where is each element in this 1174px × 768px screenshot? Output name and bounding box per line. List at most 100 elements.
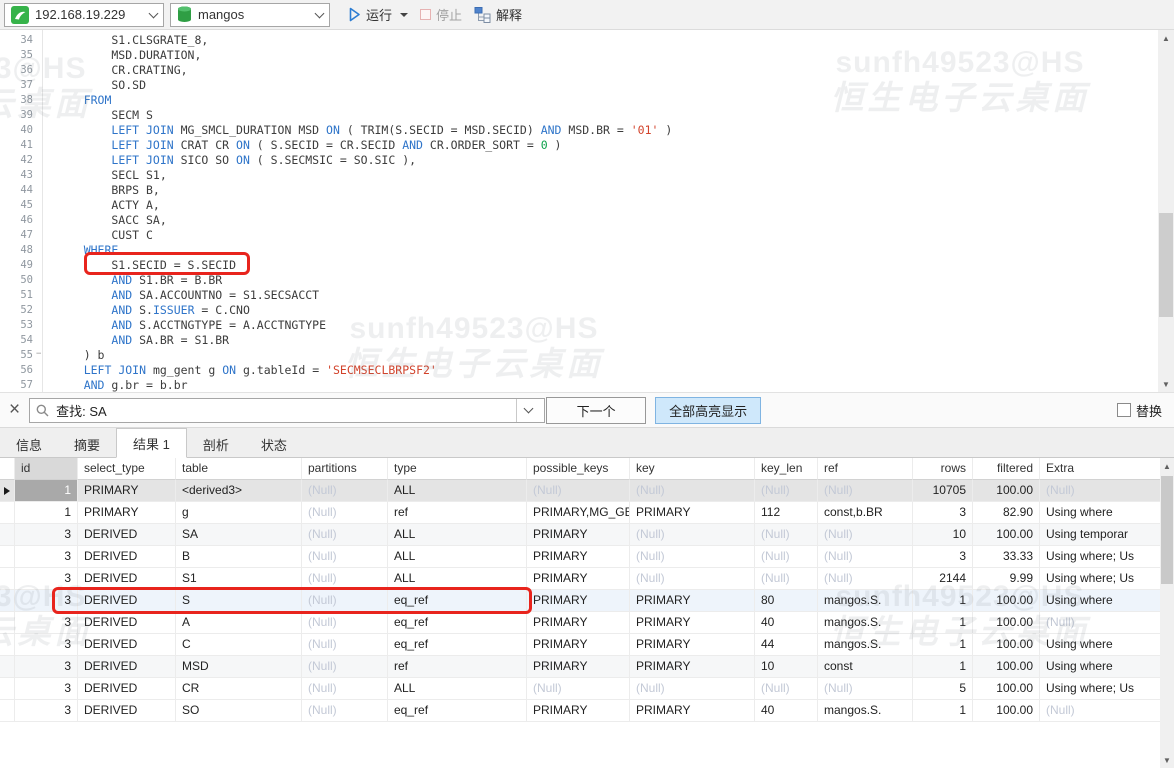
table-cell[interactable]: MSD	[176, 656, 302, 678]
table-cell[interactable]: (Null)	[755, 678, 818, 700]
replace-checkbox[interactable]	[1116, 403, 1131, 417]
search-history-dropdown[interactable]	[516, 398, 538, 422]
table-cell[interactable]: 33.33	[973, 546, 1040, 568]
code-line[interactable]: 45 ACTY A,	[0, 198, 1158, 213]
table-cell[interactable]: (Null)	[1040, 612, 1160, 634]
table-cell[interactable]: A	[176, 612, 302, 634]
column-header[interactable]: id	[15, 458, 78, 480]
table-row[interactable]: 3 DERIVED MSD (Null) ref PRIMARY PRIMARY 10 cons…	[0, 656, 1160, 678]
table-cell[interactable]: PRIMARY	[78, 502, 176, 524]
code-line[interactable]: 51 AND SA.ACCOUNTNO = S1.SECSACCT	[0, 288, 1158, 303]
table-cell[interactable]: DERIVED	[78, 678, 176, 700]
table-cell[interactable]: Using where; Us	[1040, 546, 1160, 568]
row-selector[interactable]	[0, 524, 15, 546]
table-cell[interactable]: ref	[388, 502, 527, 524]
table-cell[interactable]: ALL	[388, 480, 527, 502]
table-cell[interactable]: 1	[15, 480, 78, 502]
table-cell[interactable]: (Null)	[302, 546, 388, 568]
table-cell[interactable]: 3	[15, 546, 78, 568]
table-cell[interactable]: PRIMARY	[630, 634, 755, 656]
table-cell[interactable]: 100.00	[973, 700, 1040, 722]
search-input[interactable]: 查找: SA	[29, 397, 546, 423]
table-cell[interactable]: DERIVED	[78, 568, 176, 590]
fold-marker-icon[interactable]: −	[36, 347, 41, 362]
table-cell[interactable]: 3	[15, 524, 78, 546]
table-cell[interactable]: B	[176, 546, 302, 568]
code-line[interactable]: 46 SACC SA,	[0, 213, 1158, 228]
table-cell[interactable]: ALL	[388, 568, 527, 590]
table-cell[interactable]: 3	[15, 612, 78, 634]
table-cell[interactable]: (Null)	[818, 480, 913, 502]
table-cell[interactable]: 1	[913, 612, 973, 634]
table-cell[interactable]: const,b.BR	[818, 502, 913, 524]
table-cell[interactable]: PRIMARY	[630, 612, 755, 634]
table-cell[interactable]: 80	[755, 590, 818, 612]
table-cell[interactable]: mangos.S.	[818, 612, 913, 634]
tab-5[interactable]: 状态	[245, 431, 303, 457]
table-cell[interactable]: DERIVED	[78, 546, 176, 568]
code-line[interactable]: 56 LEFT JOIN mg_gent g ON g.tableId = 'S…	[0, 363, 1158, 378]
table-cell[interactable]: (Null)	[1040, 700, 1160, 722]
row-selector[interactable]	[0, 678, 15, 700]
column-header[interactable]: select_type	[78, 458, 176, 480]
table-cell[interactable]: (Null)	[302, 634, 388, 656]
table-cell[interactable]: 3	[913, 502, 973, 524]
column-header[interactable]: possible_keys	[527, 458, 630, 480]
row-selector[interactable]	[0, 480, 15, 502]
table-row[interactable]: 3 DERIVED CR (Null) ALL (Null) (Null) (Null) (Nu…	[0, 678, 1160, 700]
table-cell[interactable]: PRIMARY	[527, 524, 630, 546]
table-row[interactable]: 3 DERIVED SA (Null) ALL PRIMARY (Null) (Null) (N…	[0, 524, 1160, 546]
tab-2[interactable]: 摘要	[58, 431, 116, 457]
scroll-down-icon[interactable]: ▼	[1158, 376, 1174, 392]
table-cell[interactable]: mangos.S.	[818, 634, 913, 656]
row-selector[interactable]	[0, 568, 15, 590]
table-cell[interactable]: ref	[388, 656, 527, 678]
table-cell[interactable]: (Null)	[630, 524, 755, 546]
table-cell[interactable]: 1	[913, 590, 973, 612]
table-cell[interactable]: PRIMARY	[527, 656, 630, 678]
table-cell[interactable]: 10705	[913, 480, 973, 502]
table-cell[interactable]: 1	[15, 502, 78, 524]
table-cell[interactable]: DERIVED	[78, 612, 176, 634]
table-cell[interactable]: 10	[913, 524, 973, 546]
code-line[interactable]: 47 CUST C	[0, 228, 1158, 243]
table-cell[interactable]: (Null)	[302, 502, 388, 524]
sql-editor[interactable]: 34 S1.CLSGRATE_8, 35 MSD.DURATION, 36 CR.C…	[0, 30, 1158, 392]
table-cell[interactable]: 1	[913, 700, 973, 722]
table-cell[interactable]: 3	[15, 678, 78, 700]
table-cell[interactable]: (Null)	[755, 524, 818, 546]
code-line[interactable]: 48 WHERE	[0, 243, 1158, 258]
table-cell[interactable]: SO	[176, 700, 302, 722]
table-row[interactable]: 3 DERIVED C (Null) eq_ref PRIMARY PRIMARY 44 man…	[0, 634, 1160, 656]
table-cell[interactable]: DERIVED	[78, 634, 176, 656]
column-header[interactable]: ref	[818, 458, 913, 480]
table-row[interactable]: 3 DERIVED A (Null) eq_ref PRIMARY PRIMARY 40 man…	[0, 612, 1160, 634]
table-cell[interactable]: 100.00	[973, 590, 1040, 612]
table-cell[interactable]: 3	[15, 590, 78, 612]
table-cell[interactable]: (Null)	[527, 480, 630, 502]
table-cell[interactable]: (Null)	[302, 612, 388, 634]
table-cell[interactable]: PRIMARY	[630, 502, 755, 524]
table-cell[interactable]: (Null)	[818, 524, 913, 546]
table-cell[interactable]: (Null)	[1040, 480, 1160, 502]
table-row[interactable]: 1 PRIMARY <derived3> (Null) ALL (Null) (Null)(…	[0, 480, 1160, 502]
table-cell[interactable]: 100.00	[973, 678, 1040, 700]
column-header[interactable]: partitions	[302, 458, 388, 480]
table-cell[interactable]: 40	[755, 700, 818, 722]
table-cell[interactable]: PRIMARY	[630, 700, 755, 722]
code-line[interactable]: 36 CR.CRATING,	[0, 63, 1158, 78]
table-cell[interactable]: mangos.S.	[818, 590, 913, 612]
tab-1[interactable]: 信息	[0, 431, 58, 457]
find-next-button[interactable]: 下一个	[546, 396, 647, 424]
table-cell[interactable]: (Null)	[818, 678, 913, 700]
table-cell[interactable]: 10	[755, 656, 818, 678]
table-cell[interactable]: ALL	[388, 678, 527, 700]
highlight-all-button[interactable]: 全部高亮显示	[655, 396, 762, 424]
table-cell[interactable]: 1	[913, 634, 973, 656]
table-row[interactable]: 3 DERIVED S (Null) eq_ref PRIMARY PRIMARY 80 man…	[0, 590, 1160, 612]
table-scroll-thumb[interactable]	[1161, 476, 1173, 584]
scroll-down-icon[interactable]: ▼	[1160, 752, 1174, 768]
table-cell[interactable]: DERIVED	[78, 700, 176, 722]
database-select[interactable]: mangos	[170, 2, 330, 27]
table-cell[interactable]: 82.90	[973, 502, 1040, 524]
